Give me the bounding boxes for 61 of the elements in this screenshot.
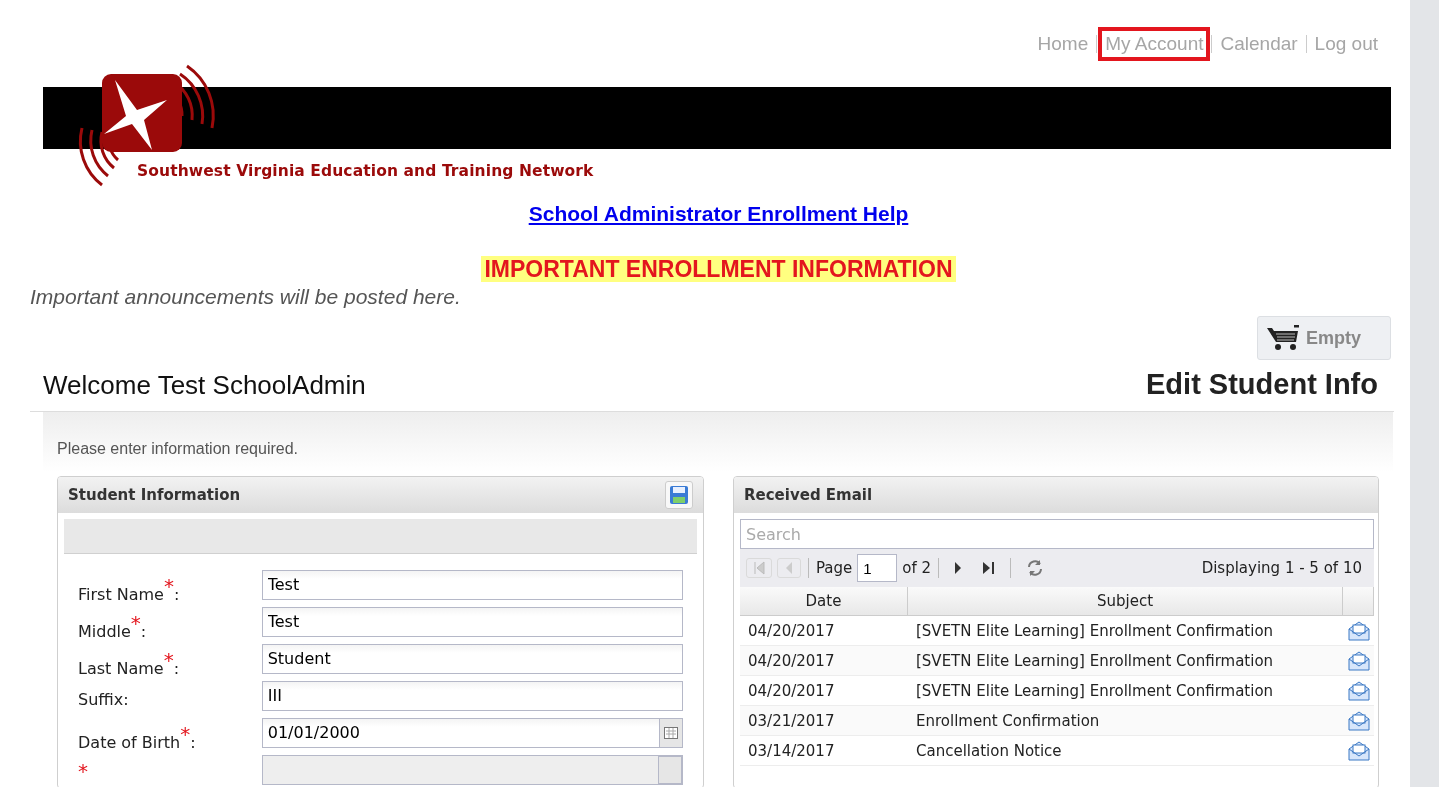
field-label: Middle — [78, 621, 131, 641]
colon-mark: : — [140, 621, 147, 641]
search-field[interactable]: Search — [740, 519, 1374, 549]
welcome-text: Welcome Test SchoolAdmin — [43, 370, 366, 401]
cart-icon — [1266, 325, 1300, 351]
subject-cell-text: [SVETN Elite Learning] Enrollment Confirmation — [915, 621, 1275, 640]
date-cell-text: 04/20/2017 — [747, 621, 836, 640]
field-label: Last Name — [78, 658, 164, 678]
save-icon — [669, 485, 689, 505]
required-mark: * — [130, 610, 141, 635]
envelope-icon[interactable] — [1348, 680, 1370, 701]
colon-mark: : — [123, 690, 129, 709]
colon-mark: : — [190, 732, 196, 752]
field-label: Suffix — [78, 690, 124, 709]
logo-tagline: Southwest Virginia Education and Training Network — [137, 162, 594, 180]
next-icon — [953, 561, 964, 575]
column-header[interactable]: Date — [740, 587, 908, 615]
help-link[interactable]: School Administrator Enrollment Help — [528, 202, 909, 225]
panel-title: Student Information — [68, 486, 241, 504]
colon-mark: : — [173, 658, 179, 678]
instructions-text: Please enter information required. — [57, 440, 300, 458]
display-count: Displaying 1 - 5 of 10 — [1201, 559, 1363, 577]
envelope-icon[interactable] — [1348, 650, 1370, 671]
colon-mark: : — [173, 584, 180, 604]
required-mark: * — [163, 647, 174, 672]
column-header[interactable]: Subject — [908, 587, 1343, 615]
subject-cell-text: [SVETN Elite Learning] Enrollment Confirmation — [915, 651, 1275, 670]
envelope-icon[interactable] — [1348, 710, 1370, 731]
subject-cell-text: [SVETN Elite Learning] Enrollment Confirmation — [915, 681, 1275, 700]
save-button[interactable] — [665, 481, 693, 509]
page-title: Edit Student Info — [1146, 368, 1378, 401]
envelope-icon[interactable] — [1348, 740, 1370, 761]
required-mark: * — [163, 573, 174, 598]
required-mark: * — [180, 721, 191, 746]
subject-cell-text: Cancellation Notice — [915, 741, 1063, 760]
last-page-icon — [982, 561, 997, 575]
input-field[interactable]: Student — [261, 643, 683, 674]
date-cell-text: 03/14/2017 — [747, 741, 836, 760]
page-label: Page — [816, 559, 853, 577]
envelope-icon[interactable] — [1348, 620, 1370, 641]
select-field[interactable] — [261, 754, 683, 785]
date-field[interactable]: 01/01/2000 — [261, 717, 659, 748]
notice-title: IMPORTANT ENROLLMENT INFORMATION — [481, 256, 956, 282]
page-count: of 2 — [902, 559, 932, 577]
date-cell-text: 04/20/2017 — [747, 681, 836, 700]
date-cell-text: 04/20/2017 — [747, 651, 836, 670]
field-label: First Name — [78, 584, 164, 604]
required-mark: * — [78, 758, 88, 783]
date-cell-text: 03/21/2017 — [747, 711, 836, 730]
subject-cell-text: Enrollment Confirmation — [915, 711, 1101, 730]
first-page-icon — [753, 561, 765, 575]
page-field[interactable]: 1 — [857, 554, 898, 582]
previous-icon — [784, 561, 794, 575]
calendar-button[interactable] — [659, 717, 683, 748]
input-field[interactable]: Test — [261, 569, 683, 600]
calendar-icon — [664, 726, 678, 739]
input-field[interactable]: III — [261, 680, 683, 711]
panel-title: Received Email — [744, 486, 873, 504]
field-label: Date of Birth — [78, 732, 181, 752]
announcement-text: Important announcements will be posted here. — [30, 285, 462, 309]
input-field[interactable]: Test — [261, 606, 683, 637]
